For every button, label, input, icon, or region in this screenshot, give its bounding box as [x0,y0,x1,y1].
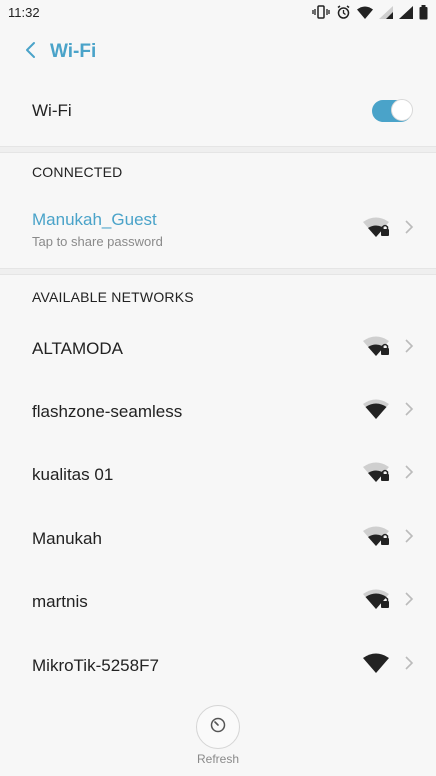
status-time: 11:32 [8,4,40,20]
network-row[interactable]: martnis [0,570,436,633]
chevron-right-icon [404,655,414,676]
vibrate-icon [312,5,330,19]
wifi-lock-icon [362,335,392,362]
network-name: Manukah [32,528,102,548]
wifi-lock-icon [362,525,392,552]
chevron-right-icon [404,464,414,485]
network-name: flashzone-seamless [32,401,183,421]
signal-icon [379,5,393,19]
chevron-right-icon [404,528,414,549]
wifi-lock-icon [362,588,392,615]
wifi-icon [362,652,392,679]
network-row[interactable]: ALTAMODA [0,317,436,380]
connected-section-title: CONNECTED [32,164,123,180]
toggle-knob [391,99,413,121]
network-name: kualitas 01 [32,464,114,484]
refresh-button[interactable] [196,705,240,749]
network-row[interactable]: MikroTik-5258F7 [0,634,436,697]
wifi-toggle-row[interactable]: Wi-Fi [0,86,436,136]
network-row[interactable]: flashzone-seamless [0,380,436,443]
section-divider [0,146,436,153]
back-button[interactable] [10,32,50,72]
network-row[interactable]: kualitas 01 [0,443,436,506]
connected-network-row[interactable]: Manukah_Guest Tap to share password [0,198,436,260]
wifi-status-icon [357,6,373,19]
network-name: martnis [32,591,88,611]
chevron-left-icon [24,41,36,64]
wifi-lock-icon [362,461,392,488]
wifi-toggle-label: Wi-Fi [32,101,72,120]
wifi-toggle-switch[interactable] [372,99,413,122]
refresh-icon [209,716,227,739]
connected-network-name: Manukah_Guest [32,209,157,229]
header: Wi-Fi [0,30,436,74]
signal-icon-2 [399,5,413,19]
wifi-lock-icon [362,216,392,243]
section-divider-2 [0,268,436,275]
chevron-right-icon [404,401,414,422]
network-name: MikroTik-5258F7 [32,655,159,675]
chevron-right-icon [404,219,414,240]
network-name: ALTAMODA [32,338,123,358]
chevron-right-icon [404,338,414,359]
page-title: Wi-Fi [50,41,97,62]
status-bar: 11:32 [0,0,436,24]
alarm-icon [336,4,351,20]
refresh-label: Refresh [196,752,240,766]
available-section-title: AVAILABLE NETWORKS [32,289,194,305]
battery-icon [419,4,428,20]
network-row[interactable]: Manukah [0,507,436,570]
status-icons [312,4,428,20]
connected-network-subtitle: Tap to share password [32,233,163,249]
chevron-right-icon [404,591,414,612]
wifi-icon [362,398,392,425]
